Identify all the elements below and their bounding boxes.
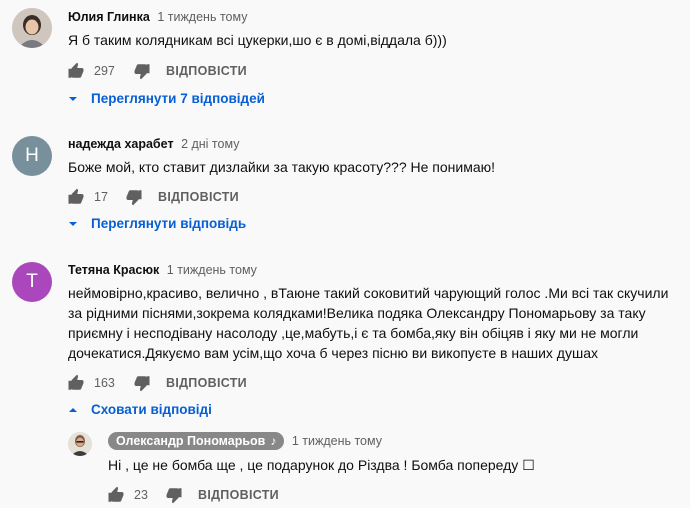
- thumb-up-icon[interactable]: [66, 373, 86, 393]
- avatar-letter: T: [26, 271, 38, 292]
- thumb-down-icon[interactable]: [124, 187, 144, 207]
- view-replies-label: Переглянути відповідь: [91, 216, 247, 231]
- comment-text: Ні , це не бомба ще , це подарунок до Рі…: [108, 457, 535, 473]
- comment-thread: Юлия Глинка 1 тиждень тому Я б таким кол…: [0, 0, 690, 120]
- avatar[interactable]: T: [12, 262, 52, 302]
- like-count: 297: [94, 64, 115, 78]
- channel-owner-badge[interactable]: Олександр Пономарьов ♪: [108, 432, 285, 450]
- thumb-down-icon[interactable]: [132, 373, 152, 393]
- avatar[interactable]: [12, 8, 52, 48]
- thumb-down-icon[interactable]: [164, 485, 184, 505]
- like-count: 163: [94, 376, 115, 390]
- caret-down-icon: [67, 218, 79, 230]
- comment-time[interactable]: 2 дні тому: [181, 137, 239, 151]
- user-photo-icon: [68, 432, 92, 456]
- like-count: 17: [94, 190, 108, 204]
- thumb-up-icon[interactable]: [106, 485, 126, 505]
- view-replies-button[interactable]: Переглянути відповідь: [67, 216, 246, 231]
- comment-thread: T Тетяна Красюк 1 тиждень тому неймовірн…: [0, 252, 690, 508]
- reply-thread: Олександр Пономарьов ♪ 1 тиждень тому Ні…: [0, 428, 690, 508]
- music-note-icon: ♪: [270, 434, 277, 448]
- avatar-letter: Н: [25, 145, 39, 166]
- hide-replies-label: Сховати відповіді: [91, 402, 212, 417]
- comment-text: Я б таким колядникам всі цукерки,шо є в …: [68, 32, 447, 48]
- thumb-up-icon[interactable]: [66, 187, 86, 207]
- comment-time[interactable]: 1 тиждень тому: [292, 434, 382, 448]
- reply-button[interactable]: ВІДПОВІСТИ: [166, 376, 247, 390]
- caret-up-icon: [67, 404, 79, 416]
- thumb-up-icon[interactable]: [66, 61, 86, 81]
- comment-author[interactable]: надежда харабет: [68, 137, 174, 151]
- comment-text: Боже мой, кто ставит дизлайки за такую к…: [68, 159, 496, 175]
- caret-down-icon: [67, 93, 79, 105]
- comment-thread: Н надежда харабет 2 дні тому Боже мой, к…: [0, 126, 690, 241]
- user-photo-icon: [12, 8, 52, 48]
- comment-author[interactable]: Юлия Глинка: [68, 10, 150, 24]
- comment-author: Олександр Пономарьов: [116, 434, 266, 448]
- comment-time[interactable]: 1 тиждень тому: [157, 10, 247, 24]
- comment-text: неймовірно,красиво, велично , вТаюне так…: [68, 285, 669, 361]
- reply-button[interactable]: ВІДПОВІСТИ: [166, 64, 247, 78]
- view-replies-label: Переглянути 7 відповідей: [91, 91, 265, 106]
- hide-replies-button[interactable]: Сховати відповіді: [67, 402, 212, 417]
- reply-button[interactable]: ВІДПОВІСТИ: [158, 190, 239, 204]
- comments-section: Юлия Глинка 1 тиждень тому Я б таким кол…: [0, 0, 690, 508]
- view-replies-button[interactable]: Переглянути 7 відповідей: [67, 91, 265, 106]
- comment-time[interactable]: 1 тиждень тому: [167, 263, 257, 277]
- like-count: 23: [134, 488, 148, 502]
- reply-button[interactable]: ВІДПОВІСТИ: [198, 488, 279, 502]
- avatar[interactable]: [68, 432, 92, 456]
- thumb-down-icon[interactable]: [132, 61, 152, 81]
- avatar[interactable]: Н: [12, 136, 52, 176]
- comment-author[interactable]: Тетяна Красюк: [68, 263, 159, 277]
